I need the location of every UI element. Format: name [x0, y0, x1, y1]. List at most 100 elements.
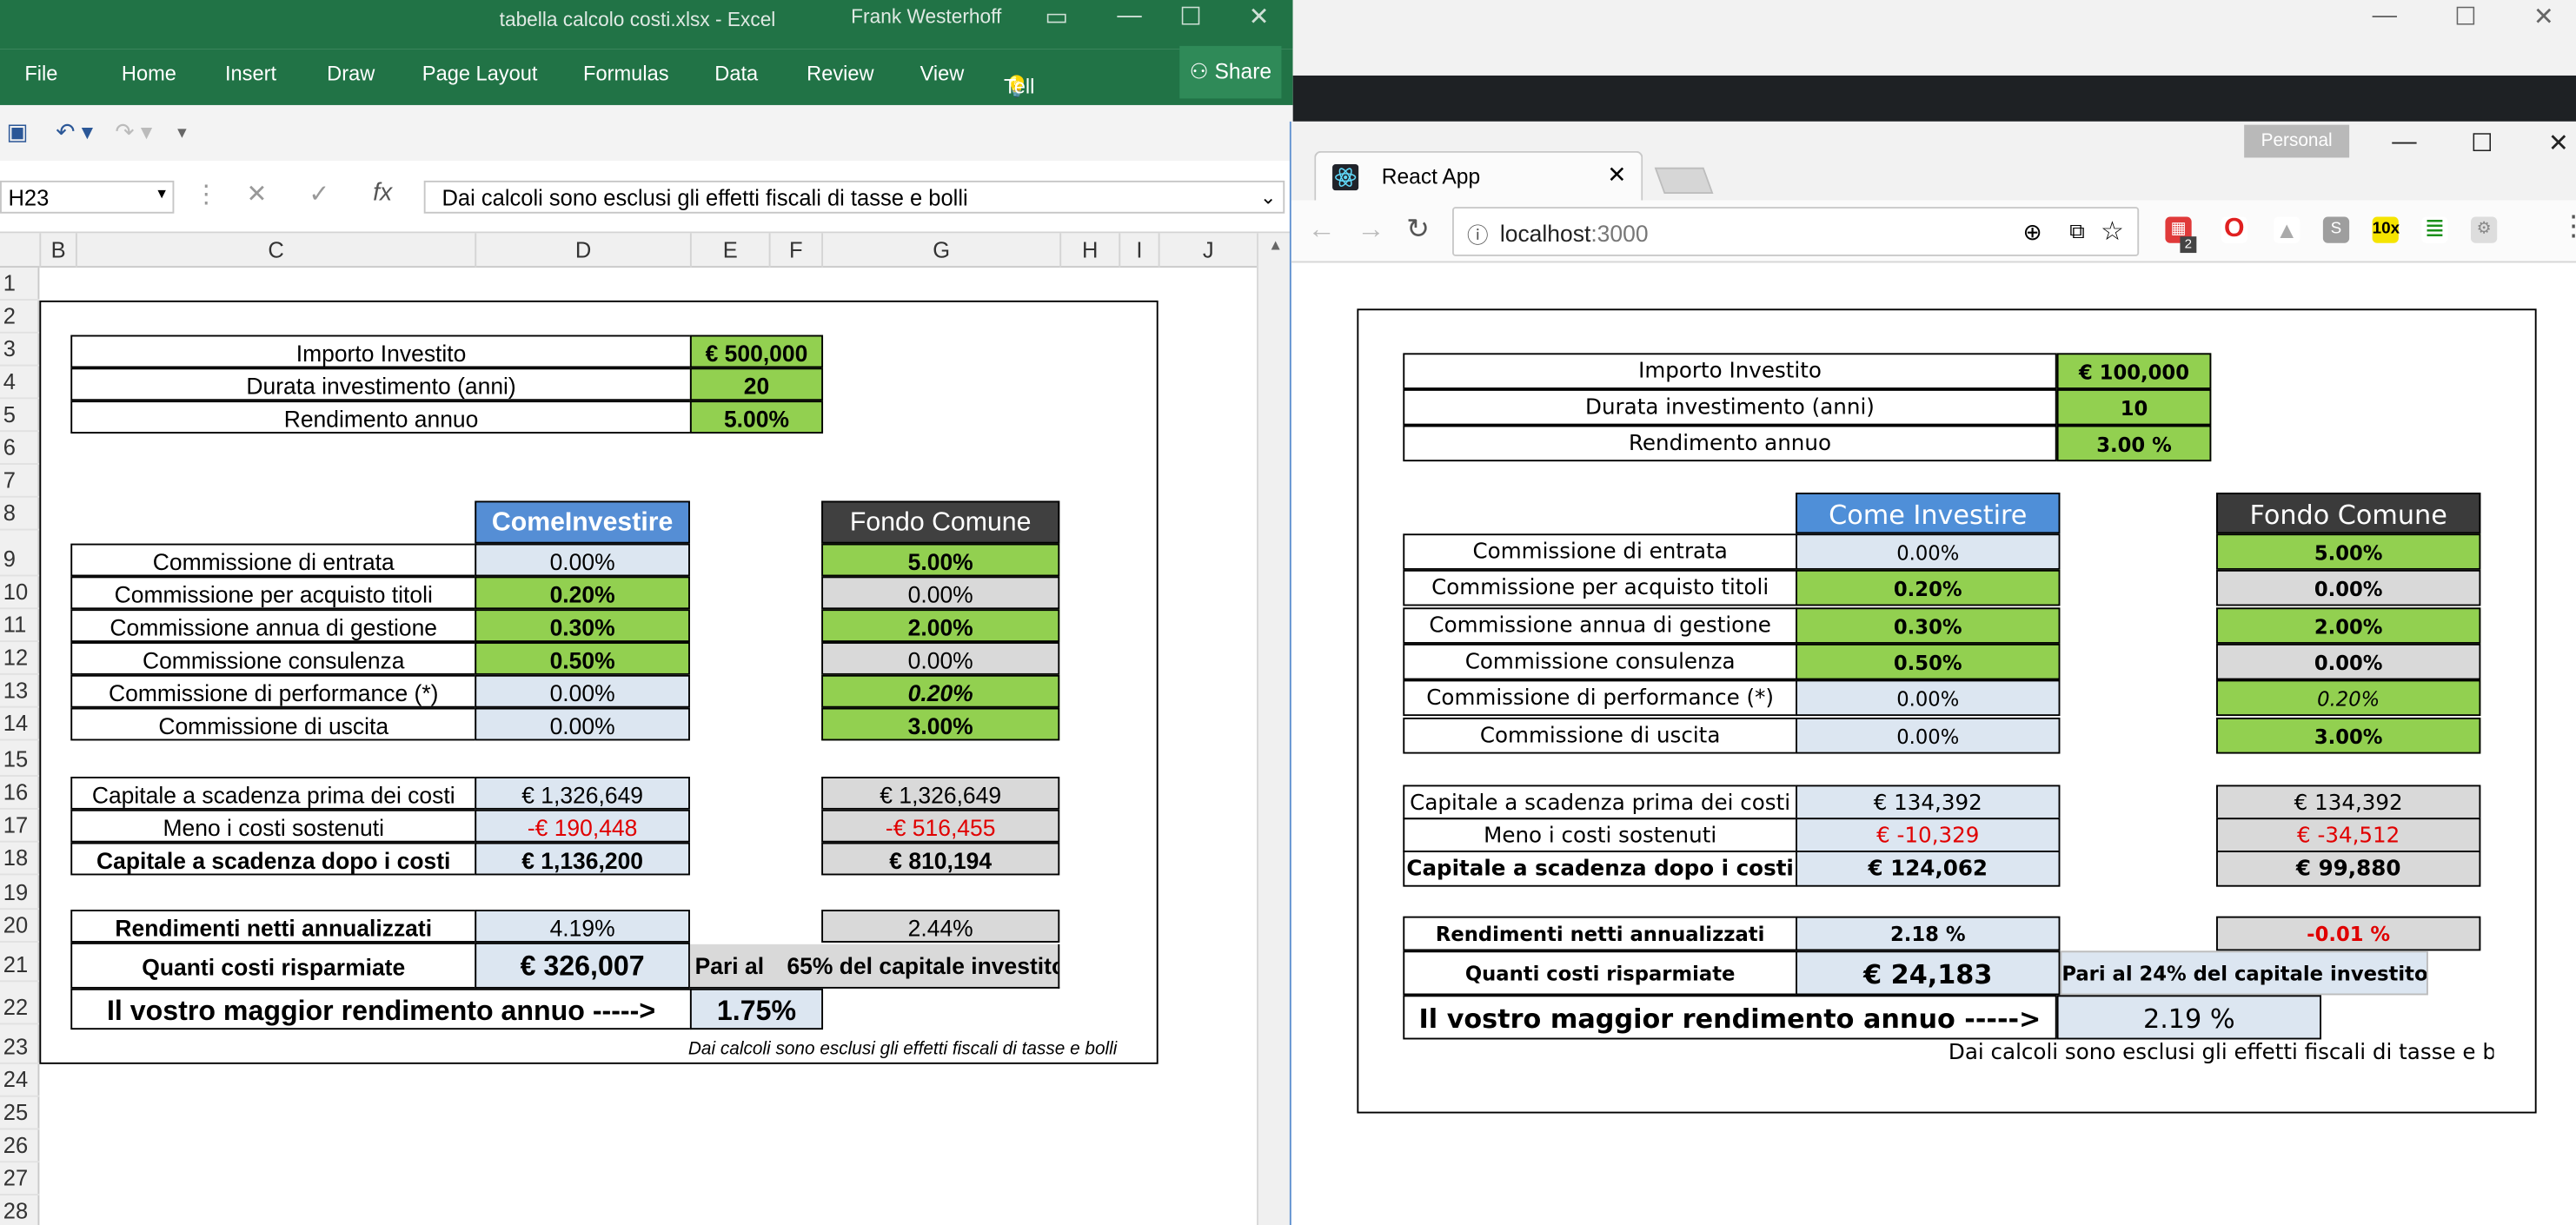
commission-ci-value[interactable]: 0.00% — [475, 707, 690, 741]
browser-tab[interactable]: React App ✕ — [1314, 150, 1643, 201]
rendimento-value[interactable]: 3.00 % — [2056, 425, 2212, 462]
reload-icon[interactable]: ↻ — [1406, 214, 1430, 247]
importo-label[interactable]: Importo Investito — [70, 334, 692, 368]
tab-page-layout[interactable]: Page Layout — [422, 63, 538, 85]
row-header[interactable]: 18 — [0, 843, 40, 876]
durata-label[interactable]: Durata investimento (anni) — [70, 368, 692, 401]
commission-ci-value[interactable]: 0.50% — [475, 642, 690, 675]
back-icon[interactable]: ← — [1308, 214, 1336, 247]
row-header[interactable]: 5 — [0, 399, 40, 433]
row-header[interactable]: 26 — [0, 1129, 40, 1163]
rendimenti-ci-value[interactable]: 4.19% — [475, 910, 690, 943]
minimize-icon[interactable]: — — [2392, 128, 2416, 156]
formula-input[interactable]: Dai calcoli sono esclusi gli effetti fis… — [423, 180, 1285, 214]
settings-extension-icon[interactable]: ⚙ — [2471, 216, 2498, 243]
rendimento-label[interactable]: Rendimento annuo — [70, 401, 692, 434]
share-button[interactable]: ⚇ Share — [1179, 45, 1282, 99]
capitale-label[interactable]: Capitale a scadenza prima dei costi — [70, 777, 477, 810]
column-header[interactable]: I — [1119, 233, 1158, 268]
commission-ci-value[interactable]: 0.00% — [1796, 679, 2061, 717]
capitale-ci-value[interactable]: -€ 190,448 — [475, 809, 690, 843]
column-header[interactable]: H — [1059, 233, 1119, 268]
durata-value[interactable]: 20 — [689, 368, 824, 401]
save-icon[interactable]: ▣ — [7, 118, 29, 146]
maximize-icon[interactable]: ☐ — [2471, 128, 2493, 157]
tab-review[interactable]: Review — [807, 63, 874, 85]
info-icon[interactable]: ⓘ — [1467, 218, 1489, 249]
cancel-icon[interactable]: ✕ — [247, 179, 268, 209]
commission-fc-value[interactable]: 0.00% — [821, 642, 1060, 675]
minimize-icon[interactable]: — — [1117, 2, 1141, 30]
durata-value[interactable]: 10 — [2056, 388, 2212, 426]
commission-fc-value[interactable]: 3.00% — [2216, 717, 2481, 754]
capitale-fc-value[interactable]: € 1,326,649 — [821, 777, 1060, 810]
close-icon[interactable]: ✕ — [2548, 128, 2569, 157]
commission-fc-value[interactable]: 0.00% — [2216, 569, 2481, 606]
row-header[interactable]: 24 — [0, 1064, 40, 1097]
row-header[interactable]: 12 — [0, 642, 40, 675]
row-header[interactable]: 6 — [0, 432, 40, 465]
forward-icon[interactable]: → — [1357, 214, 1384, 247]
tab-insert[interactable]: Insert — [225, 63, 276, 85]
row-header[interactable]: 14 — [0, 708, 40, 741]
commission-ci-value[interactable]: 0.00% — [475, 674, 690, 708]
row-header[interactable]: 3 — [0, 334, 40, 367]
row-header[interactable]: 28 — [0, 1195, 39, 1225]
zoom-icon[interactable]: ⊕ — [2022, 218, 2042, 246]
rendimento-value[interactable]: 5.00% — [689, 401, 824, 434]
row-header[interactable]: 25 — [0, 1097, 40, 1130]
row-header[interactable]: 13 — [0, 675, 40, 708]
redo-icon[interactable]: ↷ ▾ — [115, 118, 152, 146]
row-header[interactable]: 27 — [0, 1162, 40, 1195]
address-bar[interactable]: ⓘ localhost:3000 ⊕ ⧉ ☆ — [1452, 207, 2140, 256]
tab-draw[interactable]: Draw — [327, 63, 375, 85]
commission-ci-value[interactable]: 0.00% — [1796, 533, 2061, 570]
capitale-ci-value[interactable]: € 1,326,649 — [475, 777, 690, 810]
commission-ci-value[interactable]: 0.30% — [1796, 607, 2061, 644]
row-header[interactable]: 8 — [0, 498, 40, 531]
column-header[interactable]: D — [475, 233, 690, 268]
customize-qat-icon[interactable]: ▾ — [177, 122, 186, 143]
commission-fc-value[interactable]: 2.00% — [821, 609, 1060, 643]
layers-extension-icon[interactable]: ≣ — [2421, 216, 2448, 243]
commission-ci-value[interactable]: 0.50% — [1796, 643, 2061, 680]
column-header[interactable]: F — [768, 233, 821, 268]
select-all-corner[interactable] — [0, 233, 39, 268]
header-fondo-comune[interactable]: Fondo Comune — [821, 500, 1060, 544]
scroll-up-icon[interactable]: ▲ — [1268, 236, 1283, 253]
commission-ci-value[interactable]: 0.00% — [475, 543, 690, 577]
row-header[interactable]: 22 — [0, 992, 40, 1025]
drive-extension-icon[interactable]: ▲ — [2274, 216, 2300, 243]
maggior-label[interactable]: Il vostro maggior rendimento annuo -----… — [70, 988, 692, 1030]
commission-fc-value[interactable]: 0.20% — [2216, 679, 2481, 717]
commission-label[interactable]: Commissione di uscita — [70, 707, 477, 741]
commission-ci-value[interactable]: 0.00% — [1796, 717, 2061, 754]
row-header[interactable]: 9 — [0, 544, 40, 577]
footnote[interactable]: Dai calcoli sono esclusi gli effetti fis… — [592, 1033, 1117, 1066]
s-extension-icon[interactable]: S — [2322, 216, 2350, 243]
bookmark-star-icon[interactable]: ☆ — [2101, 215, 2124, 248]
tab-view[interactable]: View — [920, 63, 965, 85]
row-header[interactable]: 21 — [0, 949, 40, 983]
tab-file[interactable]: File — [24, 63, 57, 85]
enter-icon[interactable]: ✓ — [309, 179, 329, 209]
row-header[interactable]: 4 — [0, 366, 40, 400]
commission-label[interactable]: Commissione per acquisto titoli — [70, 576, 477, 610]
capitale-ci-value[interactable]: € 1,136,200 — [475, 842, 690, 876]
commission-fc-value[interactable]: 5.00% — [2216, 533, 2481, 570]
new-tab-button[interactable] — [1654, 167, 1714, 195]
risparmiate-value[interactable]: € 326,007 — [475, 942, 690, 989]
vertical-scrollbar[interactable]: ▲ — [1257, 233, 1293, 1225]
tab-formulas[interactable]: Formulas — [583, 63, 668, 85]
row-header[interactable]: 19 — [0, 877, 40, 910]
tab-data[interactable]: Data — [714, 63, 758, 85]
minimize-icon[interactable]: — — [2373, 2, 2397, 30]
column-header[interactable]: B — [39, 233, 76, 268]
pari-al-cell[interactable]: Pari al 65% del capitale investito — [689, 944, 1060, 989]
row-header[interactable]: 17 — [0, 810, 40, 843]
row-header[interactable]: 7 — [0, 465, 40, 498]
row-header[interactable]: 2 — [0, 301, 40, 334]
ribbon-display-icon[interactable]: ▭ — [1045, 2, 1068, 31]
commission-fc-value[interactable]: 2.00% — [2216, 607, 2481, 644]
commission-label[interactable]: Commissione di entrata — [70, 543, 477, 577]
